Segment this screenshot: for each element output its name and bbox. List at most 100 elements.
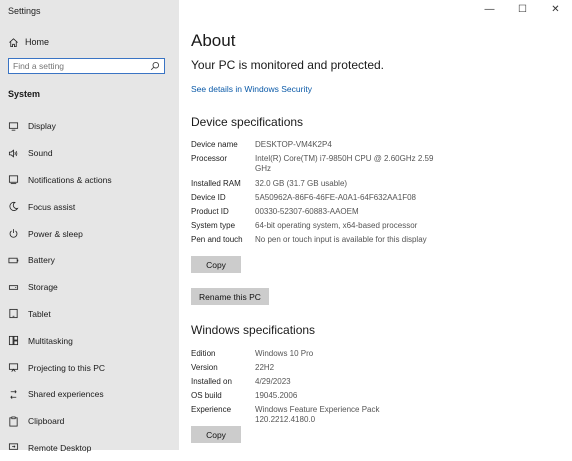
spec-row: System type 64-bit operating system, x64-… [191, 221, 435, 235]
window-title: Settings [8, 6, 41, 16]
battery-icon [8, 257, 19, 264]
sidebar-item-projecting[interactable]: Projecting to this PC [0, 354, 179, 381]
spec-value: 64-bit operating system, x64-based proce… [255, 221, 418, 230]
spec-value: 32.0 GB (31.7 GB usable) [255, 179, 348, 188]
spec-key: OS build [191, 391, 222, 400]
section-system: System [8, 89, 41, 99]
spec-row: Product ID 00330-52307-60883-AAOEM [191, 207, 435, 221]
sidebar-item-label: Sound [28, 148, 53, 159]
device-specs-heading: Device specifications [191, 115, 304, 129]
spec-row: Version 22H2 [191, 363, 435, 377]
spec-key: Device name [191, 140, 238, 149]
spec-row: Installed on 4/29/2023 [191, 377, 435, 391]
protection-status: Your PC is monitored and protected. [191, 58, 385, 72]
window-controls: — ☐ ✕ [473, 0, 572, 18]
spec-key: Processor [191, 154, 228, 163]
shared-icon [10, 389, 17, 399]
spec-value: No pen or touch input is available for t… [255, 235, 427, 244]
spec-row: Device name DESKTOP-VM4K2P4 [191, 140, 435, 154]
sound-icon [8, 149, 18, 158]
spec-value: Windows 10 Pro [255, 349, 314, 358]
sidebar-item-label: Notifications & actions [28, 174, 112, 185]
sidebar-item-focus-assist[interactable]: Focus assist [0, 193, 179, 220]
spec-key: Installed RAM [191, 179, 241, 188]
spec-value: 22H2 [255, 363, 275, 372]
sidebar-item-label: Tablet [28, 308, 51, 319]
spec-key: Product ID [191, 207, 229, 216]
sidebar-item-label: Power & sleep [28, 228, 83, 239]
multitasking-icon [8, 336, 19, 346]
spec-key: System type [191, 221, 236, 230]
spec-value: Intel(R) Core(TM) i7-9850H CPU @ 2.60GHz… [255, 154, 434, 173]
spec-row: Experience Windows Feature Experience Pac… [191, 405, 435, 425]
sidebar-item-clipboard[interactable]: Clipboard [0, 408, 179, 435]
spec-value: 5A50962A-86F6-46FE-A0A1-64F632AA1F08 [255, 193, 416, 202]
sidebar-item-power-sleep[interactable]: Power & sleep [0, 220, 179, 247]
search-box[interactable] [8, 58, 165, 74]
sidebar-item-tablet[interactable]: Tablet [0, 301, 179, 328]
rename-pc-button[interactable]: Rename this PC [191, 288, 269, 305]
sidebar-item-label: Display [28, 121, 56, 132]
page-title: About [191, 31, 236, 50]
security-details-link[interactable]: See details in Windows Security [191, 84, 312, 94]
spec-key: Version [191, 363, 218, 372]
sidebar-item-label: Remote Desktop [28, 442, 92, 453]
remote-desktop-icon [8, 443, 19, 451]
sidebar-item-label: Projecting to this PC [28, 362, 106, 373]
home-icon [9, 37, 18, 47]
sidebar-item-display[interactable]: Display [0, 113, 179, 140]
spec-row: Installed RAM 32.0 GB (31.7 GB usable) [191, 179, 435, 193]
spec-row: Processor Intel(R) Core(TM) i7-9850H CPU … [191, 154, 435, 179]
sidebar-item-label: Multitasking [28, 335, 73, 346]
sidebar-item-label: Storage [28, 282, 58, 293]
sidebar-item-label: Clipboard [28, 416, 65, 427]
spec-value: Windows Feature Experience Pack 120.2212… [255, 405, 380, 424]
sidebar-item-battery[interactable]: Battery [0, 247, 179, 274]
search-icon[interactable] [150, 61, 160, 71]
spec-row: Pen and touch No pen or touch input is av… [191, 235, 435, 249]
spec-value: 4/29/2023 [255, 377, 291, 386]
projecting-icon [8, 363, 19, 372]
sidebar-item-label: Shared experiences [28, 389, 104, 400]
spec-value: DESKTOP-VM4K2P4 [255, 140, 332, 149]
spec-key: Edition [191, 349, 216, 358]
sidebar-item-remote-desktop[interactable]: Remote Desktop [0, 435, 179, 461]
windows-specs-heading: Windows specifications [191, 323, 316, 337]
spec-key: Installed on [191, 377, 232, 386]
main-content: — ☐ ✕ About Your PC is monitored and pro… [179, 0, 572, 450]
windows-specs-table: Edition Windows 10 Pro Version 22H2 Instal… [191, 349, 435, 425]
spec-value: 19045.2006 [255, 391, 298, 400]
device-specs-table: Device name DESKTOP-VM4K2P4 Processor Inte… [191, 140, 435, 249]
spec-row: OS build 19045.2006 [191, 391, 435, 405]
sidebar-item-label: Focus assist [28, 201, 76, 212]
sidebar-item-label: Battery [28, 255, 55, 266]
minimize-button[interactable]: — [473, 0, 506, 18]
search-input[interactable] [13, 60, 147, 72]
sidebar-item-multitasking[interactable]: Multitasking [0, 327, 179, 354]
spec-key: Pen and touch [191, 235, 243, 244]
home-nav[interactable]: Home [8, 35, 49, 49]
notifications-icon [8, 175, 19, 185]
sidebar: Settings Home System Display Sound Notif… [0, 0, 179, 453]
storage-icon [8, 284, 19, 290]
sidebar-item-sound[interactable]: Sound [0, 140, 179, 167]
display-icon [8, 122, 19, 131]
maximize-button[interactable]: ☐ [506, 0, 539, 18]
spec-key: Experience [191, 405, 232, 414]
sidebar-item-shared-experiences[interactable]: Shared experiences [0, 381, 179, 408]
home-label: Home [25, 37, 50, 47]
sidebar-nav: Display Sound Notifications & actions Fo… [0, 113, 179, 461]
spec-row: Edition Windows 10 Pro [191, 349, 435, 363]
copy-windows-specs-button[interactable]: Copy [191, 426, 241, 443]
close-button[interactable]: ✕ [539, 0, 572, 18]
sidebar-item-storage[interactable]: Storage [0, 274, 179, 301]
power-icon [9, 229, 18, 238]
spec-key: Device ID [191, 193, 226, 202]
clipboard-icon [9, 416, 18, 427]
sidebar-item-notifications[interactable]: Notifications & actions [0, 167, 179, 194]
tablet-icon [9, 309, 18, 319]
copy-device-specs-button[interactable]: Copy [191, 256, 241, 273]
moon-icon [9, 202, 19, 212]
spec-value: 00330-52307-60883-AAOEM [255, 207, 359, 216]
spec-row: Device ID 5A50962A-86F6-46FE-A0A1-64F632A… [191, 193, 435, 207]
